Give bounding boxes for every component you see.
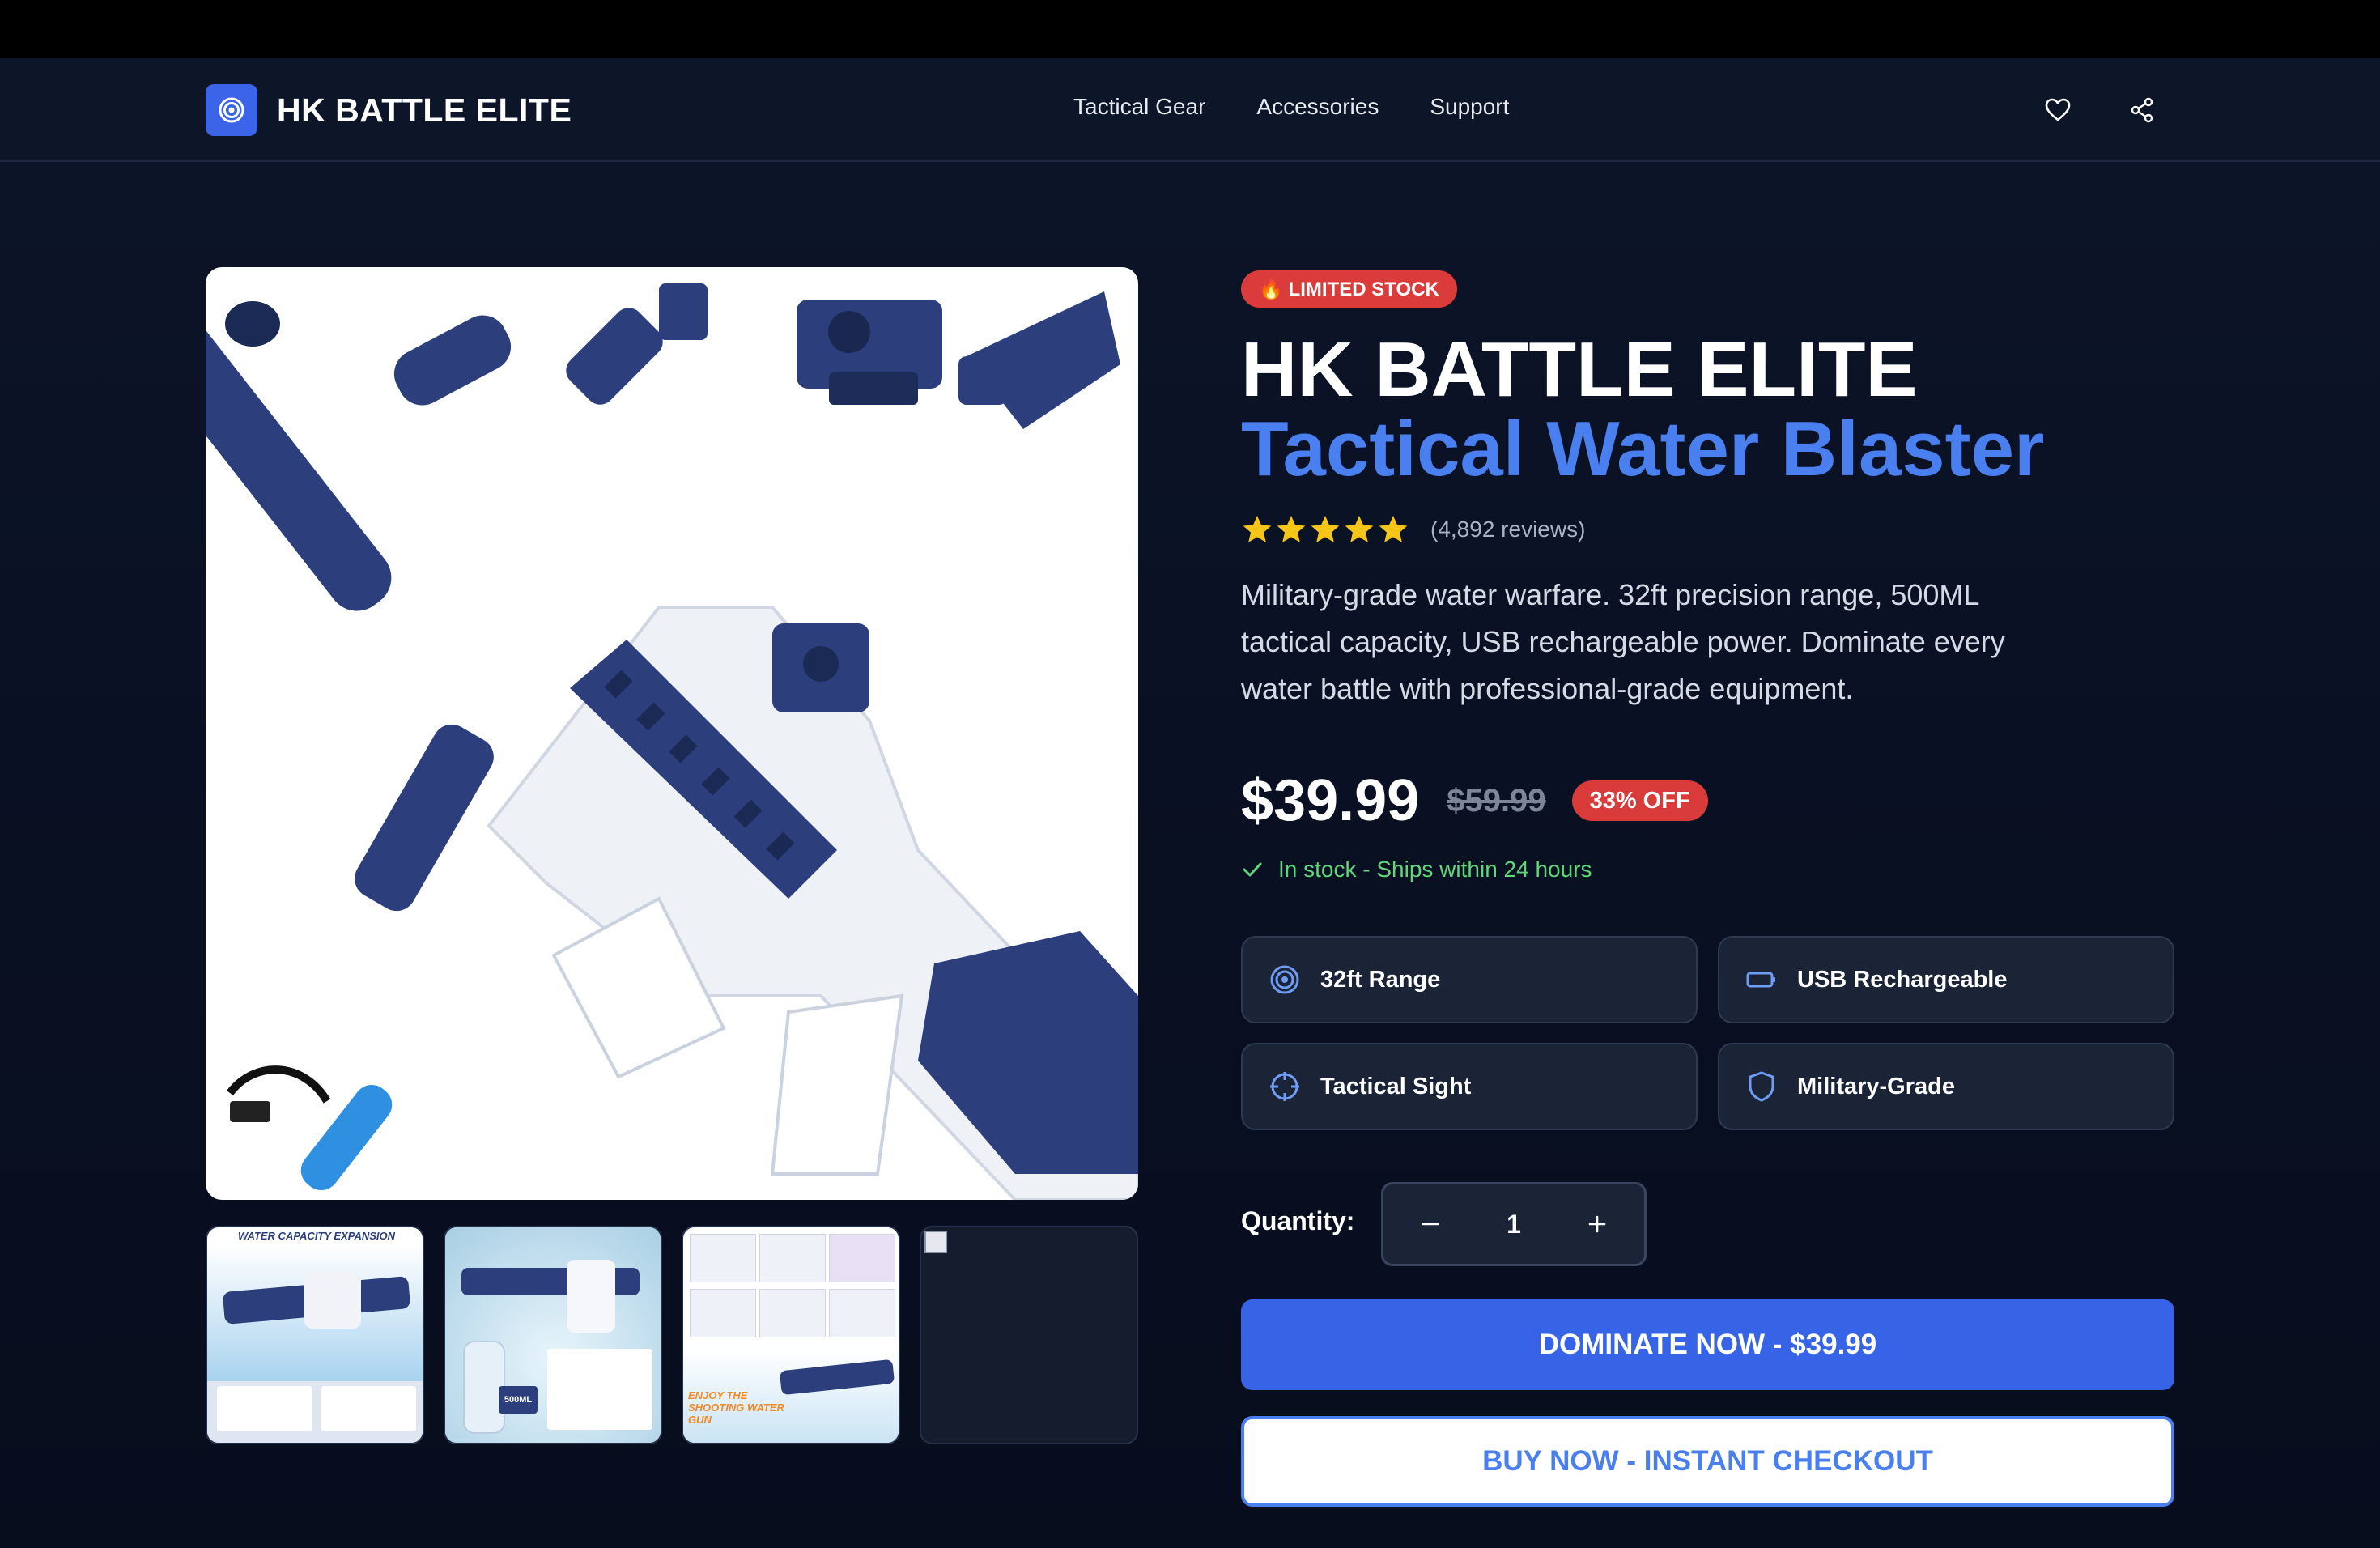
review-count[interactable]: (4,892 reviews) xyxy=(1430,517,1585,542)
original-price: $59.99 xyxy=(1447,782,1546,819)
browser-top-bar xyxy=(0,0,2380,58)
thumbnail-3[interactable]: ENJOY THE SHOOTING WATER GUN xyxy=(682,1226,900,1444)
feature-range: 32ft Range xyxy=(1241,936,1698,1023)
price-row: $39.99 $59.99 33% OFF xyxy=(1241,764,1708,837)
feature-label: USB Rechargeable xyxy=(1797,966,2008,993)
product-subtitle: Tactical Water Blaster xyxy=(1241,406,2045,492)
star-icon xyxy=(1345,516,1374,542)
thumbnail-caption: ENJOY THE SHOOTING WATER GUN xyxy=(688,1389,784,1426)
crosshair-icon xyxy=(1270,1072,1299,1101)
quantity-value[interactable]: 1 xyxy=(1507,1210,1521,1240)
water-blaster-illustration xyxy=(206,283,1138,1200)
main-product-image[interactable] xyxy=(206,267,1138,1200)
feature-label: 32ft Range xyxy=(1320,966,1441,993)
battery-icon xyxy=(1746,972,1775,988)
red-dot-sight-accessory xyxy=(797,300,942,405)
nav-link-support[interactable]: Support xyxy=(1430,94,1509,120)
grip-accessory xyxy=(566,283,708,405)
star-rating xyxy=(1241,513,1411,546)
buy-now-button[interactable]: BUY NOW - INSTANT CHECKOUT xyxy=(1241,1416,2174,1507)
star-icon xyxy=(1311,516,1340,542)
product-description: Military-grade water warfare. 32ft preci… xyxy=(1241,578,2005,705)
stock-status: In stock - Ships within 24 hours xyxy=(1241,853,1592,886)
usb-cable-battery xyxy=(227,1065,393,1190)
shield-icon xyxy=(1749,1071,1774,1102)
increment-button[interactable] xyxy=(1575,1201,1620,1247)
star-icon xyxy=(1243,516,1272,542)
feature-label: Military-Grade xyxy=(1797,1073,1955,1099)
product-title: HK BATTLE ELITE xyxy=(1241,326,1918,413)
decrement-button[interactable] xyxy=(1408,1201,1453,1247)
feature-usb: USB Rechargeable xyxy=(1718,936,2174,1023)
target-icon xyxy=(206,84,257,136)
nav-links: Tactical Gear Accessories Support xyxy=(1073,94,1560,120)
nav-link-accessories[interactable]: Accessories xyxy=(1256,94,1379,120)
thumbnail-caption: WATER CAPACITY EXPANSION xyxy=(237,1229,396,1242)
star-icon xyxy=(1277,516,1306,542)
plus-icon xyxy=(1588,1215,1606,1233)
star-icon xyxy=(1379,516,1408,542)
heart-icon[interactable] xyxy=(2042,94,2074,126)
dominate-now-button[interactable]: DOMINATE NOW - $39.99 xyxy=(1241,1299,2174,1390)
suppressor-accessory xyxy=(393,315,512,406)
stock-accessory xyxy=(958,291,1120,429)
quantity-label: Quantity: xyxy=(1241,1206,1355,1235)
target-icon xyxy=(1270,965,1299,994)
thumbnail-4[interactable] xyxy=(920,1226,1138,1444)
rating-row: (4,892 reviews) xyxy=(1241,512,1585,547)
feature-military: Military-Grade xyxy=(1718,1043,2174,1130)
quantity-stepper[interactable]: 1 xyxy=(1381,1182,1647,1266)
minus-icon xyxy=(1422,1223,1439,1226)
limited-stock-badge: 🔥 LIMITED STOCK xyxy=(1241,270,1457,308)
current-price: $39.99 xyxy=(1241,768,1420,833)
feature-sight: Tactical Sight xyxy=(1241,1043,1698,1130)
share-icon[interactable] xyxy=(2126,94,2158,126)
capacity-label: 500ML xyxy=(504,1395,533,1405)
discount-badge: 33% OFF xyxy=(1571,780,1708,821)
feature-label: Tactical Sight xyxy=(1320,1073,1472,1099)
broken-image-icon xyxy=(924,1231,947,1253)
site-header: HK BATTLE ELITE Tactical Gear Accessorie… xyxy=(0,58,2380,162)
thumbnail-2[interactable]: 500ML xyxy=(444,1226,662,1444)
brand[interactable]: HK BATTLE ELITE xyxy=(206,83,572,137)
nav-link-tactical-gear[interactable]: Tactical Gear xyxy=(1073,94,1205,120)
check-icon xyxy=(1243,862,1262,877)
stock-status-text: In stock - Ships within 24 hours xyxy=(1278,857,1592,882)
brand-name: HK BATTLE ELITE xyxy=(277,91,572,129)
thumbnail-1[interactable]: WATER CAPACITY EXPANSION xyxy=(206,1226,424,1444)
